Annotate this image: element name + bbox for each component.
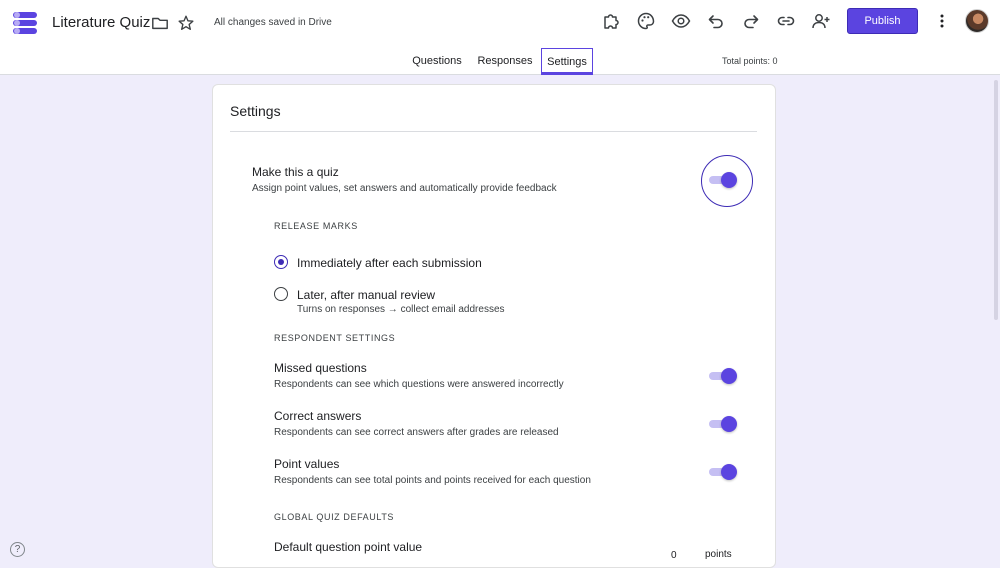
point-values-desc: Respondents can see total points and poi… [274, 475, 591, 486]
settings-card: Settings Make this a quiz Assign point v… [212, 84, 776, 568]
redo-icon[interactable] [741, 11, 761, 31]
forms-logo-icon[interactable] [12, 10, 38, 36]
quiz-toggle-title: Make this a quiz [252, 165, 339, 179]
preview-icon[interactable] [671, 11, 691, 31]
more-vert-icon[interactable] [932, 11, 952, 31]
tab-questions[interactable]: Questions [407, 48, 467, 74]
quiz-toggle-desc: Assign point values, set answers and aut… [252, 183, 557, 194]
section-respondent-settings: RESPONDENT SETTINGS [274, 333, 396, 343]
radio-later-desc: Turns on responses → collect email addre… [297, 304, 505, 315]
total-points: Total points: 0 [722, 56, 778, 66]
default-point-input[interactable]: 0 [671, 550, 677, 561]
scrollbar[interactable] [994, 80, 998, 320]
quiz-toggle[interactable] [707, 172, 737, 188]
document-title[interactable]: Literature Quiz [52, 14, 150, 31]
addons-icon[interactable] [601, 11, 621, 31]
folder-icon[interactable] [151, 14, 169, 32]
correct-answers-title: Correct answers [274, 409, 362, 423]
radio-later-label[interactable]: Later, after manual review [297, 288, 435, 302]
correct-answers-toggle[interactable] [707, 416, 737, 432]
link-icon[interactable] [776, 11, 796, 31]
point-values-title: Point values [274, 457, 340, 471]
toggle-thumb [721, 416, 737, 432]
toggle-thumb [721, 368, 737, 384]
point-values-toggle[interactable] [707, 464, 737, 480]
publish-button[interactable]: Publish [847, 8, 918, 34]
tab-responses[interactable]: Responses [474, 48, 536, 74]
points-unit-label: points [705, 549, 732, 560]
top-bar: Literature Quiz All changes saved in Dri… [0, 0, 1000, 75]
section-release-marks: RELEASE MARKS [274, 221, 358, 231]
help-icon[interactable]: ? [10, 542, 25, 557]
radio-immediately[interactable] [274, 255, 288, 269]
palette-icon[interactable] [636, 11, 656, 31]
undo-icon[interactable] [706, 11, 726, 31]
missed-questions-title: Missed questions [274, 361, 367, 375]
missed-questions-toggle[interactable] [707, 368, 737, 384]
settings-title: Settings [230, 103, 281, 119]
star-icon[interactable] [177, 14, 195, 32]
missed-questions-desc: Respondents can see which questions were… [274, 379, 564, 390]
correct-answers-desc: Respondents can see correct answers afte… [274, 427, 559, 438]
default-point-title: Default question point value [274, 540, 423, 554]
section-global-defaults: GLOBAL QUIZ DEFAULTS [274, 512, 395, 522]
save-status: All changes saved in Drive [214, 17, 332, 28]
avatar[interactable] [965, 9, 989, 33]
toggle-thumb [721, 172, 737, 188]
radio-later[interactable] [274, 287, 288, 301]
add-collaborator-icon[interactable] [811, 11, 831, 31]
toggle-thumb [721, 464, 737, 480]
tab-bar: Questions Responses Settings Total point… [0, 48, 1000, 75]
divider [230, 131, 757, 132]
radio-immediately-label[interactable]: Immediately after each submission [297, 256, 482, 270]
tab-settings[interactable]: Settings [541, 48, 593, 75]
